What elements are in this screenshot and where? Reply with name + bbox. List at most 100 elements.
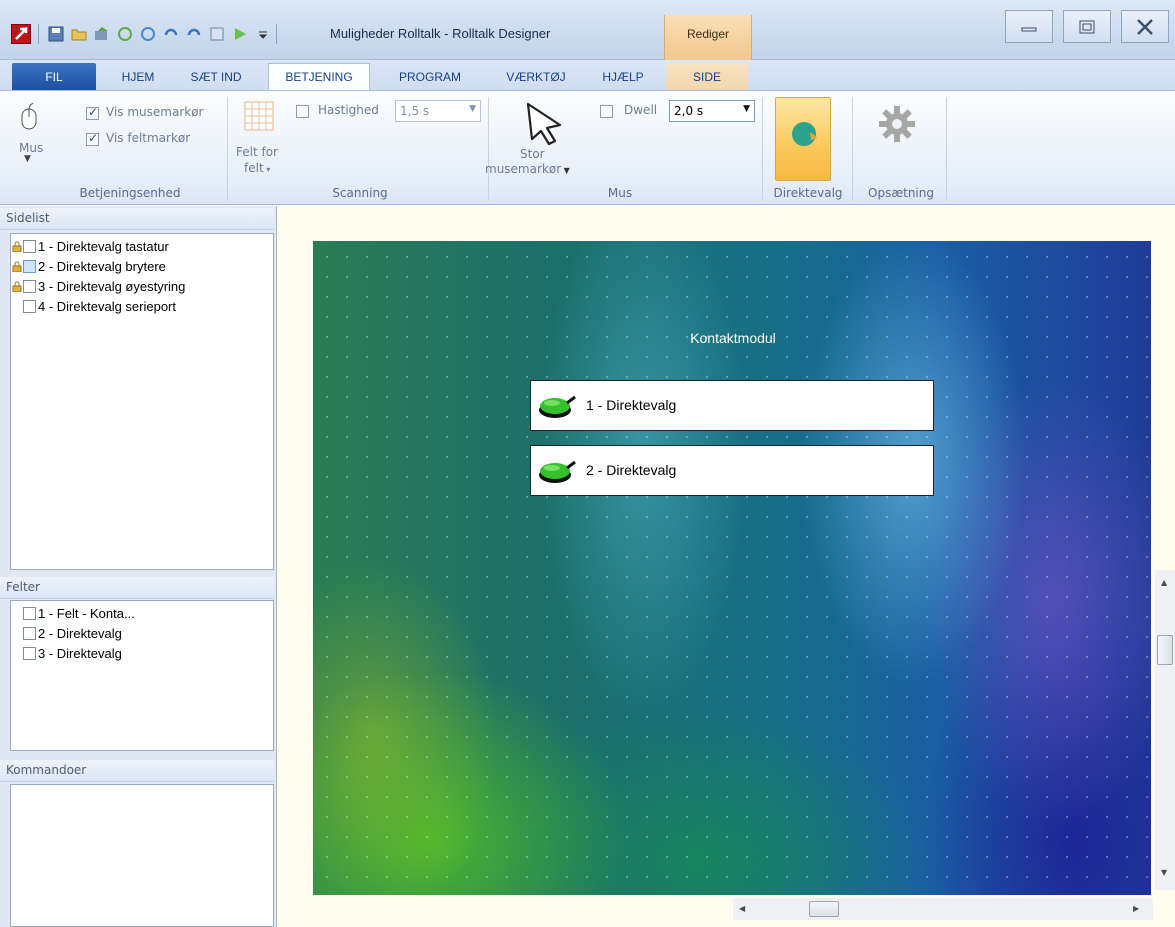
qat-separator <box>38 24 39 44</box>
large-cursor-icon[interactable] <box>522 101 566 148</box>
undo-icon[interactable] <box>161 24 181 44</box>
kommandoer-header: Kommandoer <box>0 760 274 782</box>
horizontal-scrollbar[interactable]: ◀ ▶ <box>733 898 1153 920</box>
tab-saet-ind[interactable]: SÆT IND <box>178 63 254 90</box>
felter-item-label: 3 - Direktevalg <box>38 645 122 661</box>
felter-item-label: 2 - Direktevalg <box>38 625 122 641</box>
dwell-value: 2,0 s <box>674 104 704 118</box>
switch-button-icon <box>539 460 576 483</box>
tab-hjem[interactable]: HJEM <box>108 63 168 90</box>
tab-fil[interactable]: FIL <box>12 63 96 90</box>
sidelist-item-checkbox[interactable] <box>23 259 36 273</box>
scroll-down-arrow-icon[interactable]: ▼ <box>1161 868 1167 877</box>
mus-label[interactable]: Mus <box>19 141 43 155</box>
publish-icon[interactable] <box>92 24 112 44</box>
tab-betjening[interactable]: BETJENING <box>268 63 370 90</box>
save-icon[interactable] <box>46 24 66 44</box>
group-separator <box>946 97 947 201</box>
chevron-down-icon: ▼ <box>469 104 476 114</box>
tab-side[interactable]: SIDE <box>666 63 748 90</box>
close-icon <box>1137 18 1153 35</box>
hastighed-label: Hastighed <box>318 103 379 117</box>
felter-header: Felter <box>0 577 274 599</box>
vis-musemarkor-label[interactable]: Vis musemarkør <box>106 105 203 119</box>
tab-program[interactable]: PROGRAM <box>386 63 474 90</box>
lock-icon <box>11 281 23 292</box>
felter-item[interactable]: 1 - Felt - Konta... <box>11 603 273 623</box>
grid-icon[interactable] <box>244 101 274 134</box>
settings-gear-icon[interactable] <box>878 105 916 146</box>
minimize-button[interactable] <box>1005 10 1053 43</box>
direktevalg-field[interactable]: 1 - Direktevalg <box>530 380 934 431</box>
dwell-select[interactable]: 2,0 s ▼ <box>669 100 755 122</box>
sidelist-header: Sidelist <box>0 208 274 230</box>
history-icon[interactable] <box>115 24 135 44</box>
minimize-icon <box>1021 27 1037 31</box>
title-bar: Muligheder Rolltalk - Rolltalk Designer … <box>0 0 1175 60</box>
tab-vaerktoj[interactable]: VÆRKTØJ <box>494 63 578 90</box>
app-logo-icon[interactable] <box>11 24 31 44</box>
refresh-icon[interactable] <box>138 24 158 44</box>
felter-item[interactable]: 3 - Direktevalg <box>11 643 273 663</box>
group-label-opsaetning: Opsætning <box>868 186 934 200</box>
sidelist-item-label: 2 - Direktevalg brytere <box>38 258 166 274</box>
dwell-label: Dwell <box>624 103 658 117</box>
customize-qat-dropdown-icon[interactable] <box>253 24 273 44</box>
sidelist-item-checkbox[interactable] <box>23 299 36 313</box>
page-title[interactable]: Kontaktmodul <box>658 330 808 346</box>
direktevalg-icon <box>792 122 818 146</box>
stor-musemarkor-label-2[interactable]: musemarkør ▼ <box>485 162 570 176</box>
group-label-betjeningsenhed: Betjeningsenhed <box>79 186 181 200</box>
redo-icon[interactable] <box>184 24 204 44</box>
felt-for-felt-label[interactable]: Felt for <box>236 145 278 159</box>
sidelist-list: 1 - Direktevalg tastatur 2 - Direktevalg… <box>10 233 274 570</box>
horizontal-scroll-thumb[interactable] <box>809 901 839 917</box>
vis-feltmarkor-checkbox[interactable] <box>86 131 99 146</box>
group-label-direktevalg: Direktevalg <box>773 186 843 200</box>
felter-item-checkbox[interactable] <box>23 606 36 620</box>
felter-item-checkbox[interactable] <box>23 646 36 660</box>
direktevalg-button[interactable] <box>775 97 831 181</box>
direktevalg-field[interactable]: 2 - Direktevalg <box>530 445 934 496</box>
mouse-icon[interactable] <box>20 102 38 134</box>
ribbon: Mus ▼ Vis musemarkør Vis feltmarkør Betj… <box>0 90 1175 205</box>
vis-feltmarkor-label[interactable]: Vis feltmarkør <box>106 131 190 145</box>
sidelist-item[interactable]: 2 - Direktevalg brytere <box>11 256 273 276</box>
sidelist-item[interactable]: 4 - Direktevalg serieport <box>11 296 273 316</box>
sidelist-item[interactable]: 1 - Direktevalg tastatur <box>11 236 273 256</box>
play-icon[interactable] <box>230 24 250 44</box>
sidelist-item-checkbox[interactable] <box>23 239 36 253</box>
hastighed-checkbox[interactable] <box>296 105 309 118</box>
lock-icon <box>11 241 23 252</box>
scroll-left-arrow-icon[interactable]: ◀ <box>739 904 745 913</box>
maximize-button[interactable] <box>1063 10 1111 43</box>
felter-item-checkbox[interactable] <box>23 626 36 640</box>
tab-hjaelp[interactable]: HJÆLP <box>588 63 658 90</box>
scroll-right-arrow-icon[interactable]: ▶ <box>1133 904 1139 913</box>
sidelist-item-checkbox[interactable] <box>23 279 36 293</box>
dwell-checkbox[interactable] <box>600 105 613 118</box>
felter-item[interactable]: 2 - Direktevalg <box>11 623 273 643</box>
preview-icon[interactable] <box>207 24 227 44</box>
hastighed-select[interactable]: 1,5 s ▼ <box>395 100 481 122</box>
vis-musemarkor-checkbox[interactable] <box>86 105 99 120</box>
maximize-icon <box>1079 20 1095 33</box>
sidelist-item[interactable]: 3 - Direktevalg øyestyring <box>11 276 273 296</box>
open-folder-icon[interactable] <box>69 24 89 44</box>
group-separator <box>227 97 228 201</box>
mus-dropdown-arrow-icon[interactable]: ▼ <box>24 154 31 164</box>
group-separator <box>488 97 489 201</box>
close-button[interactable] <box>1121 10 1169 43</box>
felt-for-felt-label-2[interactable]: felt ▾ <box>244 161 270 175</box>
quick-access-toolbar <box>38 22 281 46</box>
field-label: 2 - Direktevalg <box>586 462 677 478</box>
vertical-scroll-thumb[interactable] <box>1157 635 1173 665</box>
scroll-up-arrow-icon[interactable]: ▲ <box>1161 578 1167 587</box>
group-label-scanning: Scanning <box>332 186 388 200</box>
vertical-scrollbar[interactable]: ▲ ▼ <box>1155 570 1175 890</box>
sidelist-item-label: 1 - Direktevalg tastatur <box>38 238 169 254</box>
stor-musemarkor-label[interactable]: Stor <box>520 147 545 161</box>
felter-list: 1 - Felt - Konta... 2 - Direktevalg 3 - … <box>10 600 274 751</box>
page-preview[interactable]: Kontaktmodul 1 - Direktevalg 2 - Direkte… <box>313 241 1151 895</box>
sidelist-item-label: 3 - Direktevalg øyestyring <box>38 278 186 294</box>
